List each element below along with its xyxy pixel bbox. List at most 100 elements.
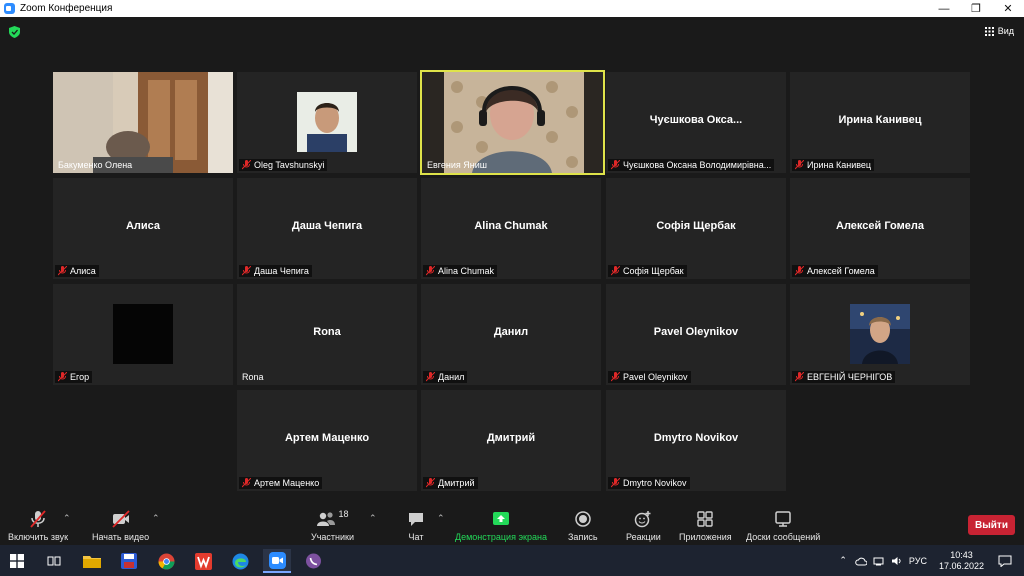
- mic-muted-icon: [242, 266, 251, 276]
- minimize-button[interactable]: —: [928, 0, 960, 17]
- participant-tile[interactable]: Даша Чепига Даша Чепига: [237, 178, 417, 279]
- participant-name-tag: Дмитрий: [423, 477, 478, 489]
- input-language[interactable]: РУС: [909, 556, 927, 566]
- windows-logo-icon: [10, 554, 24, 568]
- encryption-shield-icon[interactable]: [9, 26, 20, 38]
- cloud-sync-icon[interactable]: [855, 556, 867, 566]
- participant-name: Алиса: [70, 266, 96, 276]
- leave-meeting-button[interactable]: Выйти: [968, 515, 1015, 535]
- participant-tile[interactable]: Егор: [53, 284, 233, 385]
- whiteboards-button[interactable]: Доски сообщений: [746, 509, 820, 542]
- video-off-icon: [111, 510, 130, 528]
- participants-button[interactable]: 18 Участники: [311, 509, 354, 542]
- mic-muted-icon: [58, 372, 67, 382]
- participant-name-tag: Артем Маценко: [239, 477, 323, 489]
- smiley-plus-icon: [635, 511, 651, 528]
- unmute-label: Включить звук: [8, 532, 69, 542]
- participant-tile[interactable]: Ирина Канивец Ирина Канивец: [790, 72, 970, 173]
- edge-browser-icon: [232, 553, 248, 569]
- tray-expand-icon[interactable]: ⌃: [839, 555, 847, 566]
- meeting-stage: Вид Бакуменко Олена Oleg Tavshunskyi Евг…: [0, 17, 1024, 505]
- clock[interactable]: 10:43 17.06.2022: [939, 550, 984, 572]
- taskbar-file-explorer[interactable]: [80, 549, 104, 573]
- mic-muted-icon: [795, 372, 804, 382]
- share-screen-button[interactable]: Демонстрация экрана: [455, 509, 547, 542]
- viber-icon: [305, 553, 321, 568]
- maximize-button[interactable]: ❐: [960, 0, 992, 17]
- mic-muted-icon: [611, 478, 620, 488]
- unmute-button[interactable]: Включить звук: [8, 509, 68, 542]
- participant-tile[interactable]: Алиса Алиса: [53, 178, 233, 279]
- participant-tile[interactable]: Данил Данил: [421, 284, 601, 385]
- chat-button[interactable]: Чат: [406, 509, 426, 542]
- start-button[interactable]: [5, 549, 29, 573]
- participant-center-name: Софія Щербак: [656, 220, 736, 232]
- participant-tile[interactable]: Rona Rona: [237, 284, 417, 385]
- participant-tile[interactable]: Дмитрий Дмитрий: [421, 390, 601, 491]
- video-options-caret-icon[interactable]: ⌃: [152, 513, 160, 524]
- mic-muted-icon: [611, 372, 620, 382]
- participant-name: Ирина Канивец: [807, 160, 872, 170]
- floppy-disk-icon: [121, 553, 137, 569]
- volume-icon[interactable]: [891, 556, 903, 566]
- close-button[interactable]: ✕: [992, 0, 1024, 17]
- participant-name-tag: Oleg Tavshunskyi: [239, 159, 328, 171]
- participant-avatar: [297, 92, 357, 152]
- record-button[interactable]: Запись: [568, 509, 598, 542]
- reactions-button[interactable]: Реакции: [626, 509, 661, 542]
- task-view-icon: [47, 556, 61, 566]
- office-app-icon: [194, 552, 212, 570]
- participant-tile[interactable]: Софія Щербак Софія Щербак: [606, 178, 786, 279]
- participant-name: Евгения Яниш: [427, 160, 487, 170]
- participant-name-tag: Чуєшкова Оксана Володимирівна...: [608, 159, 775, 171]
- participant-name: Дмитрий: [438, 478, 475, 488]
- window-titlebar: Zoom Конференция — ❐ ✕: [0, 0, 1024, 17]
- taskbar-viber[interactable]: [301, 549, 325, 573]
- participant-name: Alina Chumak: [438, 266, 495, 276]
- participant-center-name: Rona: [313, 326, 341, 338]
- participant-center-name: Дмитрий: [486, 432, 536, 444]
- notifications-icon[interactable]: [998, 555, 1012, 567]
- participant-name: Софія Щербак: [623, 266, 684, 276]
- participant-name-tag: Pavel Oleynikov: [608, 371, 691, 383]
- video-feed-room: [53, 72, 233, 173]
- taskbar-chrome[interactable]: [154, 549, 178, 573]
- mic-muted-icon: [242, 478, 251, 488]
- participant-center-name: Данил: [493, 326, 529, 338]
- taskbar-save-app[interactable]: [117, 549, 141, 573]
- participant-name-tag: Данил: [423, 371, 468, 383]
- task-view-button[interactable]: [42, 549, 66, 573]
- audio-options-caret-icon[interactable]: ⌃: [63, 513, 71, 524]
- participant-tile[interactable]: Бакуменко Олена: [53, 72, 233, 173]
- windows-taskbar: ⌃ РУС 10:43 17.06.2022: [0, 545, 1024, 576]
- participant-name: ЕВГЕНІЙ ЧЕРНІГОВ: [807, 372, 893, 382]
- network-icon[interactable]: [873, 556, 885, 566]
- start-video-button[interactable]: Начать видео: [92, 509, 149, 542]
- participants-options-caret-icon[interactable]: ⌃: [369, 513, 377, 524]
- participant-center-name: Артем Маценко: [284, 432, 370, 444]
- participant-tile[interactable]: Dmytro Novikov Dmytro Novikov: [606, 390, 786, 491]
- participant-tile[interactable]: ЕВГЕНІЙ ЧЕРНІГОВ: [790, 284, 970, 385]
- participant-name-tag: Dmytro Novikov: [608, 477, 690, 489]
- participant-tile[interactable]: Алексей Гомела Алексей Гомела: [790, 178, 970, 279]
- taskbar-zoom[interactable]: [263, 549, 291, 573]
- window-title: Zoom Конференция: [20, 3, 113, 14]
- view-label: Вид: [997, 26, 1014, 36]
- active-speaker-tile[interactable]: Евгения Яниш: [420, 70, 605, 175]
- participant-tile[interactable]: Pavel Oleynikov Pavel Oleynikov: [606, 284, 786, 385]
- participant-tile[interactable]: Alina Chumak Alina Chumak: [421, 178, 601, 279]
- chat-options-caret-icon[interactable]: ⌃: [437, 513, 445, 524]
- participant-center-name: Ирина Канивец: [838, 114, 922, 126]
- participant-tile[interactable]: Oleg Tavshunskyi: [237, 72, 417, 173]
- clock-date: 17.06.2022: [938, 560, 984, 571]
- participant-name-tag: Бакуменко Олена: [55, 159, 135, 171]
- taskbar-wps-office[interactable]: [191, 549, 215, 573]
- view-button[interactable]: Вид: [984, 26, 1014, 36]
- participant-tile[interactable]: Чуєшкова Окса... Чуєшкова Оксана Володим…: [606, 72, 786, 173]
- participant-name-tag: Евгения Яниш: [424, 159, 490, 171]
- taskbar-edge[interactable]: [228, 549, 252, 573]
- apps-button[interactable]: Приложения: [679, 509, 732, 542]
- participant-center-name: Алексей Гомела: [836, 220, 924, 232]
- participant-tile[interactable]: Артем Маценко Артем Маценко: [237, 390, 417, 491]
- reactions-label: Реакции: [626, 532, 661, 542]
